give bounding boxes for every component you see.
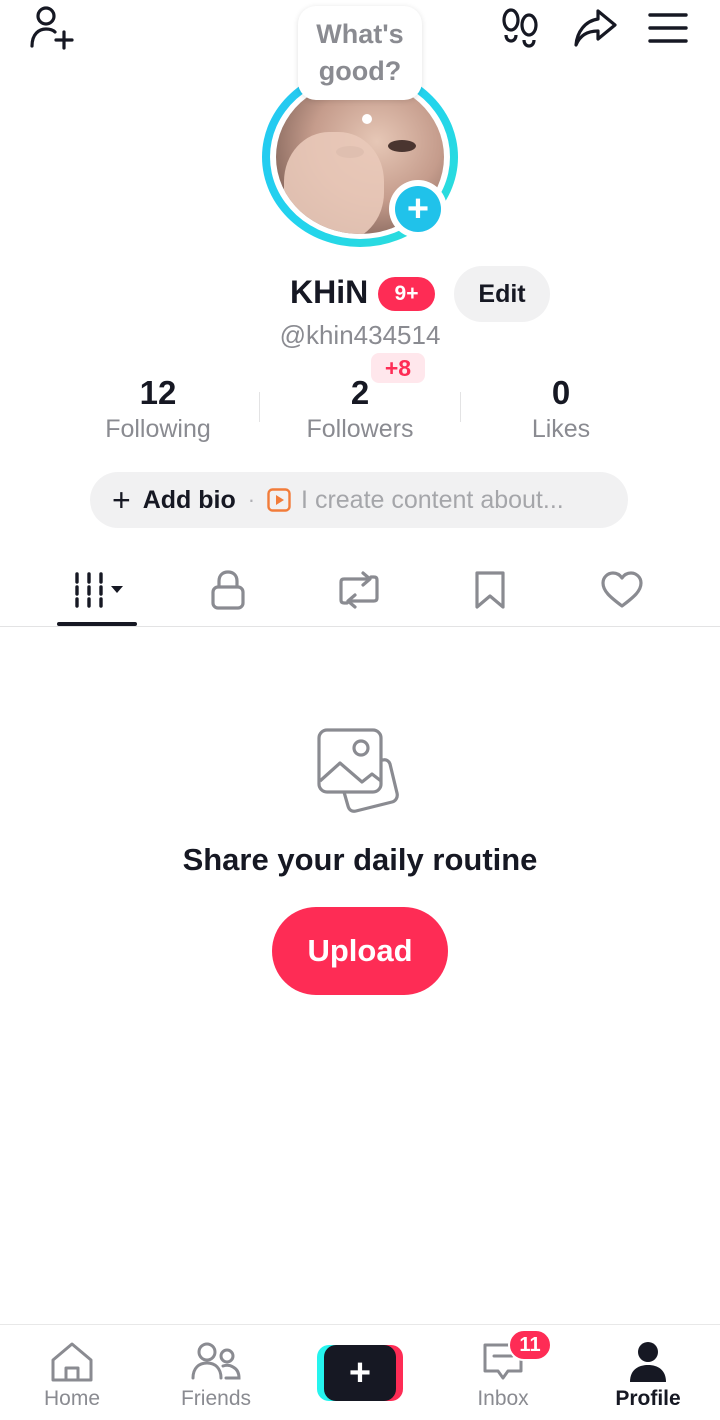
friends-icon (191, 1342, 241, 1380)
nav-home-label: Home (43, 1387, 101, 1410)
followers-label: Followers (306, 415, 414, 443)
add-user-icon (30, 6, 74, 50)
status-bubble[interactable]: What's good? (298, 6, 422, 100)
inbox-count-badge: 11 (508, 1329, 552, 1361)
bio-separator: · (247, 487, 256, 512)
stat-following[interactable]: 12 Following (68, 372, 248, 444)
stat-followers[interactable]: 2 Followers (270, 372, 450, 444)
stat-divider (460, 392, 461, 422)
nav-profile[interactable]: Profile (583, 1325, 713, 1420)
create-plus-icon: + (324, 1345, 396, 1401)
add-bio-action: + Add bio (112, 484, 236, 516)
video-play-icon (267, 488, 291, 512)
add-story-button[interactable]: + (389, 180, 447, 238)
bubble-pointer (362, 114, 372, 124)
share-button[interactable] (571, 4, 619, 52)
footprints-button[interactable] (496, 4, 544, 52)
profile-icon (630, 1342, 666, 1382)
plus-icon: + (395, 186, 441, 232)
add-friend-button[interactable] (28, 4, 76, 52)
nav-home[interactable]: Home (7, 1325, 137, 1420)
bio-placeholder: I create content about... (301, 485, 564, 514)
edit-profile-button[interactable]: Edit (454, 266, 550, 322)
following-label: Following (105, 415, 211, 443)
repost-icon (339, 571, 379, 609)
bookmark-icon (475, 571, 505, 609)
plus-icon: + (112, 482, 131, 518)
upload-button[interactable]: Upload (272, 907, 448, 995)
tab-reposts[interactable] (319, 560, 399, 620)
status-bubble-text: What's good? (316, 19, 404, 86)
likes-label: Likes (531, 415, 591, 443)
username-handle: @khin434514 (279, 320, 441, 350)
share-icon (574, 9, 617, 47)
empty-state-title: Share your daily routine (182, 842, 538, 877)
stat-divider (259, 392, 260, 422)
menu-button[interactable] (644, 4, 692, 52)
tabs-divider (0, 626, 720, 627)
lock-icon (211, 570, 245, 610)
photos-icon (314, 726, 406, 818)
add-bio-button[interactable]: + Add bio · I create content about... (90, 472, 628, 528)
stat-likes[interactable]: 0 Likes (471, 372, 651, 444)
home-icon (51, 1342, 93, 1382)
profile-name: KHiN (290, 274, 369, 310)
hamburger-menu-icon (648, 13, 688, 43)
nav-profile-label: Profile (615, 1387, 681, 1410)
nav-inbox-label: Inbox (477, 1387, 529, 1410)
footprints-icon (502, 8, 538, 48)
name-notification-badge[interactable]: 9+ (378, 277, 435, 311)
add-bio-label: Add bio (142, 485, 236, 514)
likes-count: 0 (551, 374, 571, 411)
heart-icon (601, 571, 643, 608)
tab-saved[interactable] (450, 560, 530, 620)
videos-grid-icon (75, 572, 123, 608)
nav-friends[interactable]: Friends (151, 1325, 281, 1420)
following-count: 12 (139, 374, 177, 411)
create-button[interactable]: + (317, 1345, 403, 1401)
tab-videos[interactable] (57, 560, 137, 620)
new-followers-badge: +8 (371, 353, 425, 383)
tab-private[interactable] (188, 560, 268, 620)
tab-liked[interactable] (582, 560, 662, 620)
nav-friends-label: Friends (180, 1387, 252, 1410)
